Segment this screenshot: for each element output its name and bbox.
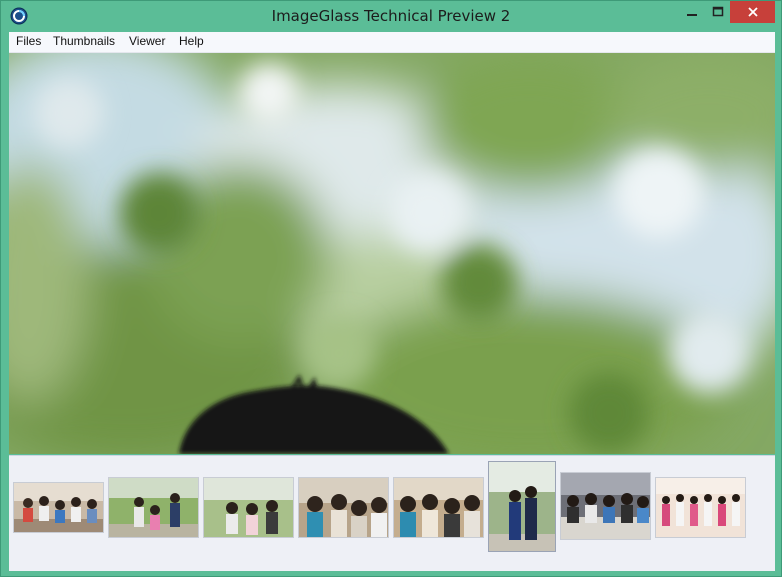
thumbnail-6-selected[interactable] [488,461,556,552]
title-bar[interactable]: ImageGlass Technical Preview 2 [1,1,781,31]
group-photo-1 [14,483,103,532]
thumbnail-5[interactable] [393,477,484,538]
thumbnail-2[interactable] [108,477,199,538]
close-button[interactable] [730,1,775,23]
group-photo-5 [394,478,483,537]
couple-photo [489,462,555,551]
group-photo-7 [561,473,650,539]
menu-files[interactable]: Files [14,34,43,48]
thumbnail-3[interactable] [203,477,294,538]
window-title: ImageGlass Technical Preview 2 [271,7,511,25]
menu-help[interactable]: Help [177,34,206,48]
group-photo-3 [204,478,293,537]
thumbnail-1[interactable] [13,482,104,533]
thumbnail-7[interactable] [560,472,651,540]
thumbnail-strip [9,455,775,571]
app-window: ImageGlass Technical Preview 2 Files Thu… [0,0,782,577]
menu-viewer[interactable]: Viewer [127,34,167,48]
thumbnail-8[interactable] [655,477,746,538]
group-photo-4 [299,478,388,537]
main-photo [9,53,775,454]
maximize-button[interactable] [704,1,732,23]
menu-bar: Files Thumbnails Viewer Help [9,32,775,53]
maximize-icon [712,6,724,17]
close-icon [747,7,758,17]
menu-thumbnails[interactable]: Thumbnails [51,34,117,48]
group-photo-2 [109,478,198,537]
minimize-icon [687,14,697,16]
group-photo-8 [656,478,745,537]
minimize-button[interactable] [678,1,706,23]
thumbnail-4[interactable] [298,477,389,538]
image-viewer[interactable] [9,53,775,454]
